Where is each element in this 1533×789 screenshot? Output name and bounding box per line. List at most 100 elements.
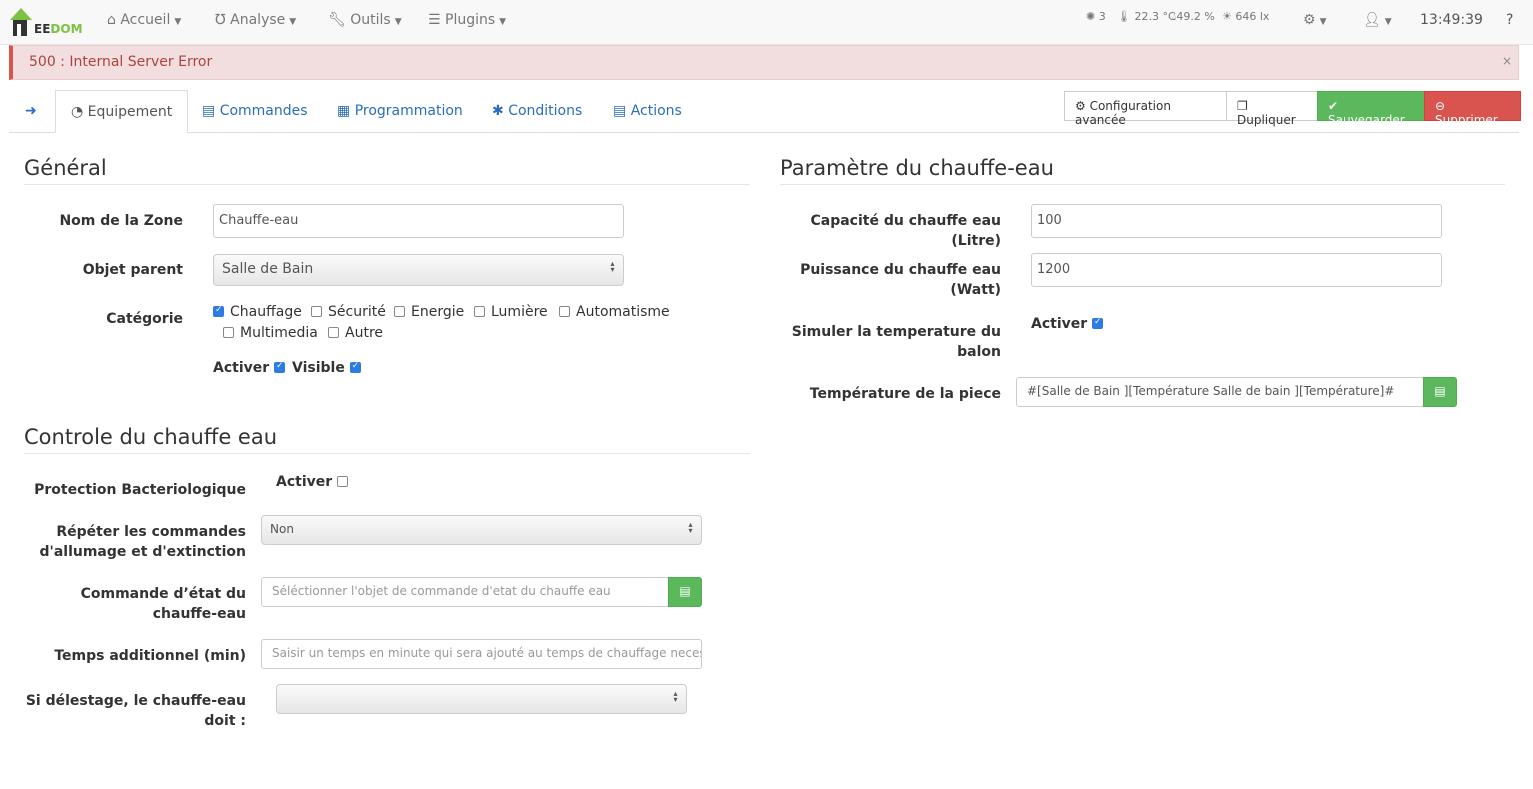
protection-checkbox[interactable]: Activer <box>276 474 354 490</box>
protection-label: Protection Bacteriologique <box>34 482 246 498</box>
tab-label: Actions <box>630 103 682 119</box>
close-icon[interactable]: × <box>1502 54 1512 68</box>
simulate-checkbox[interactable]: Activer <box>1031 316 1109 332</box>
category-label: Catégorie <box>106 311 183 327</box>
power-input[interactable]: 1200 <box>1031 253 1442 287</box>
checkbox[interactable] <box>223 327 234 338</box>
zone-name-label: Nom de la Zone <box>59 213 183 229</box>
category-securite[interactable]: Sécurité <box>311 304 386 320</box>
delete-button[interactable]: ⊖ Supprimer <box>1424 91 1521 127</box>
checkbox[interactable] <box>474 306 485 317</box>
list-alt-icon[interactable]: ▤ <box>668 577 702 607</box>
alert-text: 500 : Internal Server Error <box>29 54 213 70</box>
tab-label: Conditions <box>508 103 583 119</box>
repeat-select[interactable]: Non <box>261 515 702 545</box>
category-chauffage[interactable]: Chauffage <box>213 304 302 320</box>
activer-checkbox[interactable]: Activer <box>213 360 291 376</box>
sun-icon: ☀ <box>1222 10 1236 23</box>
thermometer-icon: 🌡︎ <box>1117 10 1135 23</box>
duplicate-button[interactable]: ❐ Dupliquer <box>1226 91 1318 127</box>
shedding-label: Si délestage, le chauffe-eau doit : <box>25 693 246 729</box>
tab-programmation[interactable]: ▦ Programmation <box>337 103 463 119</box>
asterisk-icon: ✱ <box>492 103 509 119</box>
checkbox-label: Activer <box>276 474 333 490</box>
general-title: Général <box>24 156 750 185</box>
checkbox-label: Energie <box>411 304 465 320</box>
gears-icon: ⚙ <box>1303 12 1316 28</box>
checkbox-label: Activer <box>213 360 270 376</box>
checkbox[interactable] <box>274 361 286 373</box>
temperature-value: 22.3 °C <box>1134 10 1176 23</box>
category-multimedia[interactable]: Multimedia <box>223 325 318 341</box>
home-icon: ⌂ <box>107 12 121 28</box>
check-circle-icon: ✔ <box>1328 99 1339 113</box>
advanced-config-button[interactable]: ⚙ Configuration avancée <box>1064 91 1227 127</box>
user-menu[interactable]: 👤︎ ▼ <box>1363 12 1392 28</box>
menu-label: Plugins <box>445 12 496 28</box>
button-label: Supprimer <box>1435 113 1498 127</box>
list-alt-icon[interactable]: ▤ <box>1423 377 1457 407</box>
tab-label: Equipement <box>87 104 173 120</box>
checkbox[interactable] <box>311 306 322 317</box>
zone-name-input[interactable]: Chauffe-eau <box>213 204 624 238</box>
checkbox-label: Visible <box>292 360 345 376</box>
menu-label: Outils <box>350 12 391 28</box>
lights-count: 3 <box>1098 10 1106 23</box>
category-lumiere[interactable]: Lumière <box>474 304 548 320</box>
navbar: EEDOM ⌂ Accueil ▼ ℧ Analyse ▼ 🔧︎ Outils ▼ ☰… <box>0 0 1533 45</box>
extra-time-input[interactable]: Saisir un temps en minute qui sera ajout… <box>261 639 702 669</box>
save-button[interactable]: ✔ Sauvegarder <box>1317 91 1425 127</box>
menu-accueil[interactable]: ⌂ Accueil ▼ <box>107 12 181 28</box>
checkbox-label: Sécurité <box>328 304 386 320</box>
tab-conditions[interactable]: ✱ Conditions <box>492 103 582 119</box>
clock: 13:49:39 <box>1420 12 1483 28</box>
parent-select[interactable]: Salle de Bain <box>213 254 624 286</box>
menu-plugins[interactable]: ☰ Plugins ▼ <box>428 12 506 28</box>
checkbox-label: Chauffage <box>230 304 302 320</box>
category-autre[interactable]: Autre <box>328 325 383 341</box>
copy-icon: ❐ <box>1237 99 1248 113</box>
state-command-input[interactable]: Séléctionner l'objet de commande d'etat … <box>261 577 669 607</box>
checkbox[interactable] <box>559 306 570 317</box>
button-label: Sauvegarder <box>1328 113 1405 127</box>
tab-commandes[interactable]: ▤ Commandes <box>202 103 308 119</box>
settings-menu[interactable]: ⚙ ▼ <box>1303 12 1326 28</box>
menu-analyse[interactable]: ℧ Analyse ▼ <box>215 12 296 28</box>
humidity-value: 49.2 % <box>1176 10 1215 23</box>
back-icon[interactable]: ➜ <box>25 103 37 119</box>
button-label: Dupliquer <box>1237 113 1296 127</box>
checkbox[interactable] <box>213 305 224 317</box>
menu-outils[interactable]: 🔧︎ Outils ▼ <box>328 12 402 28</box>
category-energie[interactable]: Energie <box>394 304 464 320</box>
user-icon: 👤︎ <box>1363 12 1381 28</box>
room-temp-input[interactable]: #[Salle de Bain ][Température Salle de b… <box>1016 377 1424 407</box>
capacity-label: Capacité du chauffe eau (Litre) <box>810 213 1001 249</box>
checkbox[interactable] <box>1092 317 1104 329</box>
tab-equipement[interactable]: ◔ Equipement <box>55 90 189 133</box>
checkbox-label: Automatisme <box>576 304 670 320</box>
menu-label: Accueil <box>120 12 171 28</box>
visible-checkbox[interactable]: Visible <box>292 360 367 376</box>
house-logo-icon <box>10 8 32 36</box>
checkbox-label: Multimedia <box>240 325 318 341</box>
checkbox[interactable] <box>349 361 361 373</box>
lights-status: ✺ 3 <box>1086 10 1106 23</box>
tasks-icon: ☰ <box>428 12 446 28</box>
shedding-select[interactable] <box>276 684 687 714</box>
checkbox[interactable] <box>394 306 405 317</box>
help-icon[interactable]: ? <box>1506 12 1513 28</box>
parent-label: Objet parent <box>82 262 183 278</box>
simulate-label: Simuler la temperature du balon <box>791 324 1001 360</box>
room-temp-label: Température de la piece <box>809 386 1001 402</box>
tab-actions[interactable]: ▤ Actions <box>613 103 682 119</box>
capacity-input[interactable]: 100 <box>1031 204 1442 238</box>
jeedom-logo[interactable]: EEDOM <box>8 4 83 38</box>
dashboard-icon: ◔ <box>71 104 88 120</box>
calendar-icon: ▦ <box>337 103 355 119</box>
controle-title: Controle du chauffe eau <box>24 425 750 454</box>
checkbox[interactable] <box>328 327 339 338</box>
checkbox-label: Autre <box>345 325 384 341</box>
category-automatisme[interactable]: Automatisme <box>559 304 670 320</box>
checkbox[interactable] <box>337 476 349 487</box>
list-icon: ▤ <box>613 103 631 119</box>
